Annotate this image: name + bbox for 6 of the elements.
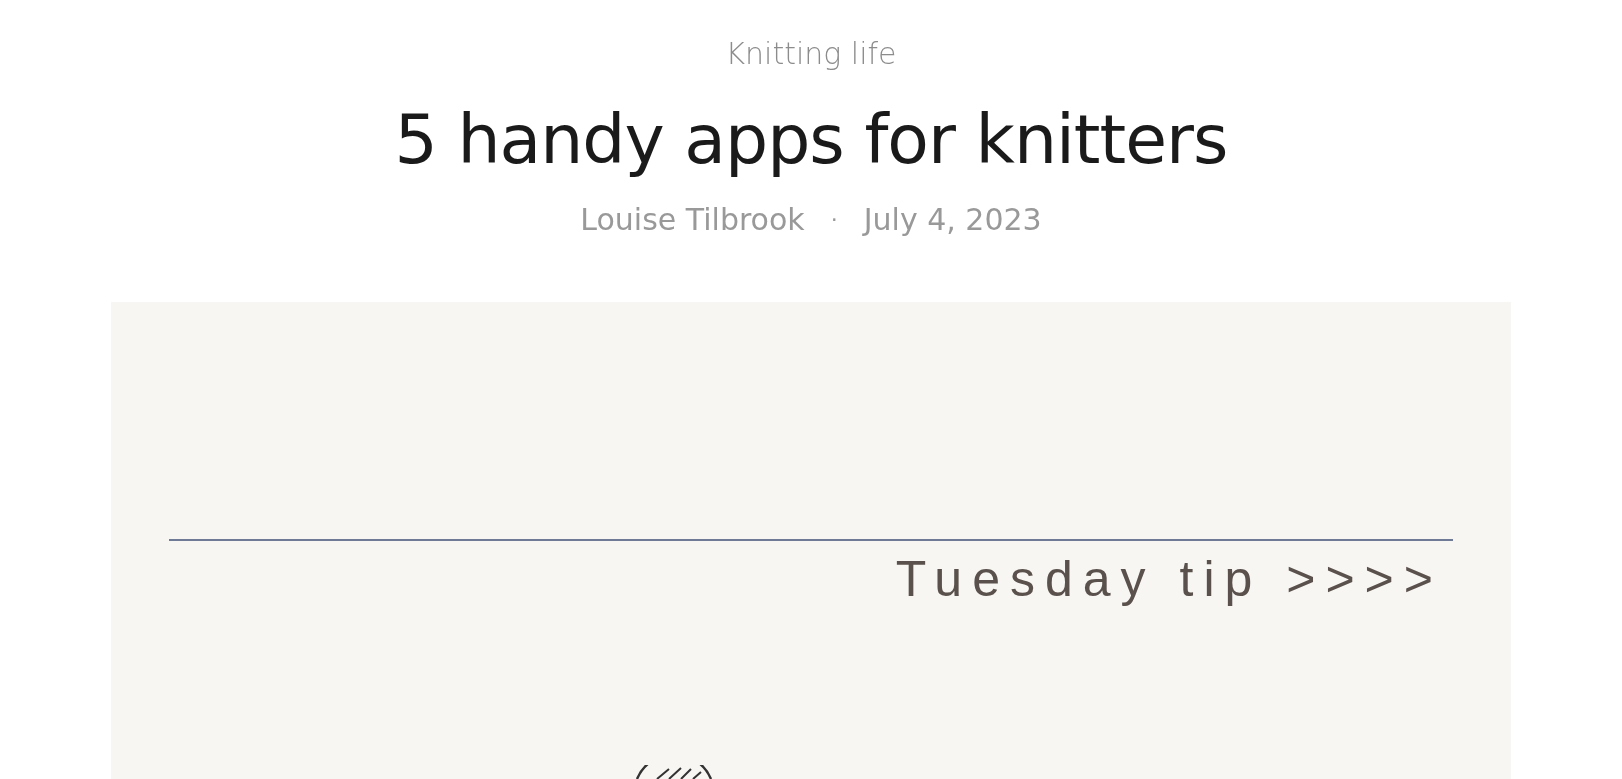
- separator: ·: [830, 206, 838, 234]
- article-title: 5 handy apps for knitters: [394, 100, 1228, 180]
- publish-date: July 4, 2023: [863, 201, 1042, 239]
- banner-tagline: Tuesday tip >>>>: [895, 550, 1443, 609]
- article-category: Knitting life: [725, 35, 897, 73]
- author-name: Louise Tilbrook: [580, 201, 805, 239]
